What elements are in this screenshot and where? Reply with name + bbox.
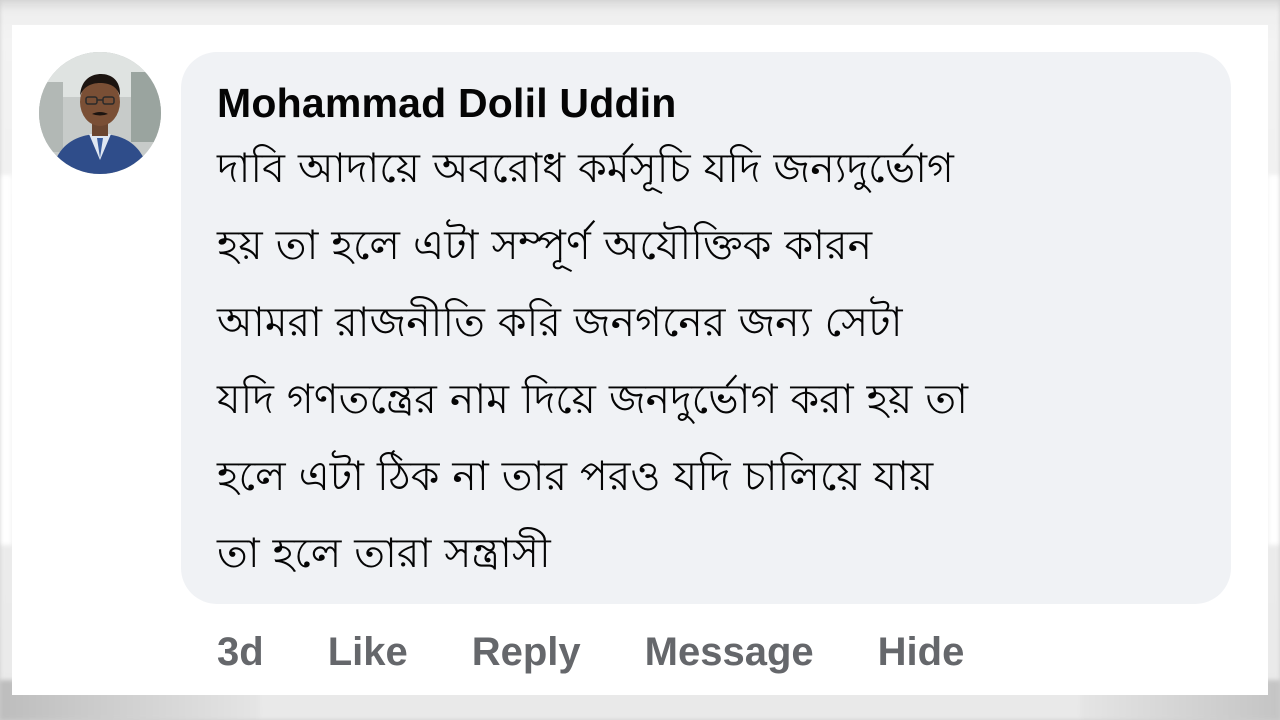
avatar-photo-icon <box>39 52 161 174</box>
comment-timestamp[interactable]: 3d <box>217 630 264 675</box>
comment-text: দাবি আদায়ে অবরোধ কর্মসূচি যদি জন্যদুর্ভ… <box>217 144 969 577</box>
reply-button[interactable]: Reply <box>472 630 581 675</box>
comment-card: Mohammad Dolil Uddin দাবি আদায়ে অবরোধ ক… <box>12 25 1268 695</box>
comment-actions: 3d Like Reply Message Hide <box>217 627 964 677</box>
comment-author-name[interactable]: Mohammad Dolil Uddin <box>217 80 1201 126</box>
hide-button[interactable]: Hide <box>878 630 965 675</box>
background-band-right <box>1268 175 1280 545</box>
comment-bubble: Mohammad Dolil Uddin দাবি আদায়ে অবরোধ ক… <box>181 52 1231 604</box>
background-band-left <box>0 175 12 545</box>
message-button[interactable]: Message <box>645 630 814 675</box>
avatar[interactable] <box>39 52 161 174</box>
like-button[interactable]: Like <box>328 630 408 675</box>
